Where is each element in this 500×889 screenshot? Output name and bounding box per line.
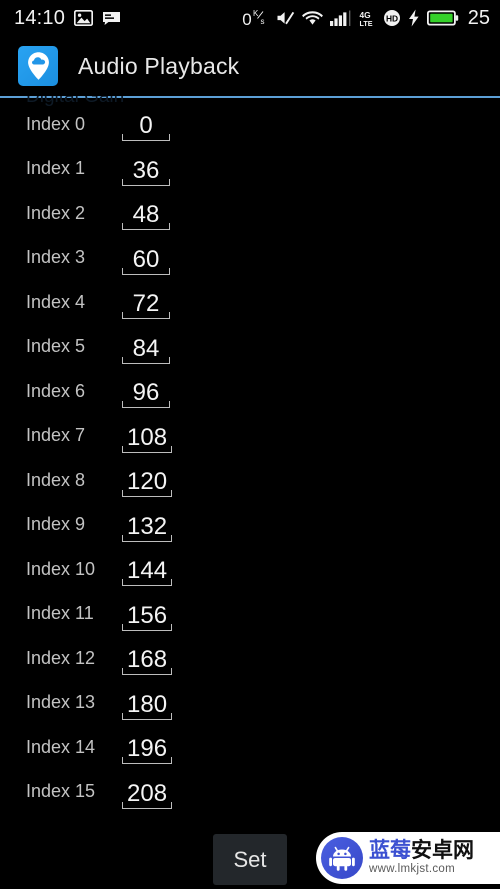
wifi-icon bbox=[301, 10, 323, 26]
gain-row: Index 8 120 bbox=[0, 458, 500, 503]
gain-row: Index 15 208 bbox=[0, 770, 500, 815]
phone-screen: 14:10 0 K s 4G LTE HD 25 Audio Playback … bbox=[0, 0, 500, 889]
input-underline bbox=[122, 401, 170, 409]
gain-row-label: Index 0 bbox=[26, 113, 86, 134]
gain-row-label: Index 7 bbox=[26, 425, 86, 446]
gain-row: Index 0 0 bbox=[0, 102, 500, 147]
gain-value-input[interactable]: 144 bbox=[122, 552, 173, 587]
gain-value-input[interactable]: 132 bbox=[122, 508, 173, 542]
gain-row: Index 3 60 bbox=[0, 236, 500, 281]
input-underline bbox=[122, 757, 173, 765]
input-underline bbox=[122, 801, 173, 809]
gain-value-input[interactable]: 196 bbox=[122, 730, 173, 765]
signal-bars-icon bbox=[329, 10, 352, 26]
gain-row: Index 1 36 bbox=[0, 147, 500, 192]
gain-row: Index 4 72 bbox=[0, 280, 500, 325]
gain-value-input[interactable]: 72 bbox=[122, 285, 170, 320]
gain-value-input[interactable]: 96 bbox=[122, 374, 170, 409]
input-underline bbox=[122, 223, 170, 231]
gain-row: Index 5 84 bbox=[0, 325, 500, 370]
status-bar: 14:10 0 K s 4G LTE HD 25 bbox=[0, 0, 500, 36]
gain-row-label: Index 13 bbox=[26, 692, 96, 713]
gain-row-label: Index 8 bbox=[26, 469, 86, 490]
gain-row: Index 10 144 bbox=[0, 547, 500, 592]
input-underline bbox=[122, 623, 173, 631]
gain-row-label: Index 2 bbox=[26, 202, 86, 223]
watermark-site-name: 蓝莓安卓网 bbox=[369, 840, 474, 861]
gain-row-label: Index 1 bbox=[26, 158, 86, 179]
network-speed-unit: K s bbox=[253, 8, 268, 28]
gain-index-list: Index 0 0 Index 1 36 Index 2 48 Index 3 60 Index… bbox=[0, 102, 500, 814]
scroll-content[interactable]: Digital Gain Index 0 0 Index 1 36 Index 2 48 I… bbox=[0, 96, 500, 889]
gain-value-input[interactable]: 84 bbox=[122, 330, 170, 364]
input-underline bbox=[122, 579, 173, 587]
gain-row: Index 2 48 bbox=[0, 191, 500, 236]
status-bar-right: 0 K s 4G LTE HD 25 bbox=[242, 8, 490, 28]
gain-value-input[interactable]: 60 bbox=[122, 241, 170, 275]
watermark-name-part2: 安卓网 bbox=[411, 838, 474, 863]
status-clock: 14:10 bbox=[14, 7, 66, 29]
input-underline bbox=[122, 490, 173, 498]
signal-label-bottom: LTE bbox=[359, 19, 372, 27]
image-icon bbox=[74, 10, 94, 26]
gain-value-input[interactable]: 180 bbox=[122, 686, 173, 720]
svg-text:K: K bbox=[253, 9, 259, 18]
gain-value-input[interactable]: 208 bbox=[122, 775, 173, 809]
gain-row-label: Index 3 bbox=[26, 247, 86, 268]
gain-value-input[interactable]: 156 bbox=[122, 597, 173, 631]
android-robot-icon bbox=[321, 837, 363, 879]
network-speed-value: 0 bbox=[242, 10, 252, 29]
input-underline bbox=[122, 267, 170, 275]
input-underline bbox=[122, 356, 170, 364]
gain-row-label: Index 9 bbox=[26, 514, 86, 535]
gain-row: Index 7 108 bbox=[0, 414, 500, 459]
charging-bolt-icon bbox=[408, 9, 420, 27]
watermark-name-part1: 蓝莓 bbox=[369, 838, 411, 863]
battery-icon bbox=[426, 9, 459, 27]
input-underline bbox=[122, 534, 173, 542]
input-underline bbox=[122, 668, 173, 676]
action-bar: Audio Playback bbox=[0, 36, 500, 96]
gain-row-label: Index 12 bbox=[26, 647, 96, 668]
input-underline bbox=[122, 445, 173, 453]
gain-row: Index 13 180 bbox=[0, 681, 500, 726]
watermark: 蓝莓安卓网 www.lmkjst.com bbox=[316, 832, 500, 884]
gain-value-input[interactable]: 168 bbox=[122, 641, 173, 676]
watermark-url: www.lmkjst.com bbox=[369, 863, 455, 876]
hd-icon: HD bbox=[383, 9, 401, 27]
gain-row: Index 6 96 bbox=[0, 369, 500, 414]
gain-row-label: Index 6 bbox=[26, 380, 86, 401]
watermark-text: 蓝莓安卓网 www.lmkjst.com bbox=[369, 840, 474, 876]
input-underline bbox=[122, 312, 170, 320]
gain-value-input[interactable]: 0 bbox=[122, 107, 170, 142]
network-speed-indicator: 0 K s bbox=[242, 8, 267, 28]
mute-icon bbox=[275, 9, 295, 27]
gain-value-input[interactable]: 36 bbox=[122, 152, 170, 186]
input-underline bbox=[122, 712, 173, 720]
svg-text:s: s bbox=[260, 17, 264, 25]
cloud-pin-icon bbox=[18, 46, 58, 86]
gain-row-label: Index 14 bbox=[26, 736, 96, 757]
battery-percent: 25 bbox=[467, 7, 490, 29]
gain-row: Index 14 196 bbox=[0, 725, 500, 770]
gain-row: Index 9 132 bbox=[0, 503, 500, 548]
4g-lte-icon: 4G LTE bbox=[359, 10, 376, 27]
gain-row-label: Index 11 bbox=[26, 603, 94, 624]
message-icon bbox=[102, 11, 121, 26]
gain-row: Index 11 156 bbox=[0, 592, 500, 637]
page-title: Audio Playback bbox=[78, 52, 240, 79]
gain-value-input[interactable]: 108 bbox=[122, 419, 173, 453]
gain-row-label: Index 5 bbox=[26, 336, 86, 357]
input-underline bbox=[122, 134, 170, 142]
gain-row-label: Index 10 bbox=[26, 558, 96, 579]
gain-row: Index 12 168 bbox=[0, 636, 500, 681]
gain-value-input[interactable]: 48 bbox=[122, 196, 170, 231]
gain-value-input[interactable]: 120 bbox=[122, 463, 173, 498]
svg-text:HD: HD bbox=[386, 13, 398, 23]
gain-row-label: Index 4 bbox=[26, 291, 86, 312]
status-bar-left: 14:10 bbox=[14, 8, 121, 28]
gain-row-label: Index 15 bbox=[26, 781, 96, 802]
input-underline bbox=[122, 178, 170, 186]
set-button[interactable]: Set bbox=[213, 834, 287, 885]
